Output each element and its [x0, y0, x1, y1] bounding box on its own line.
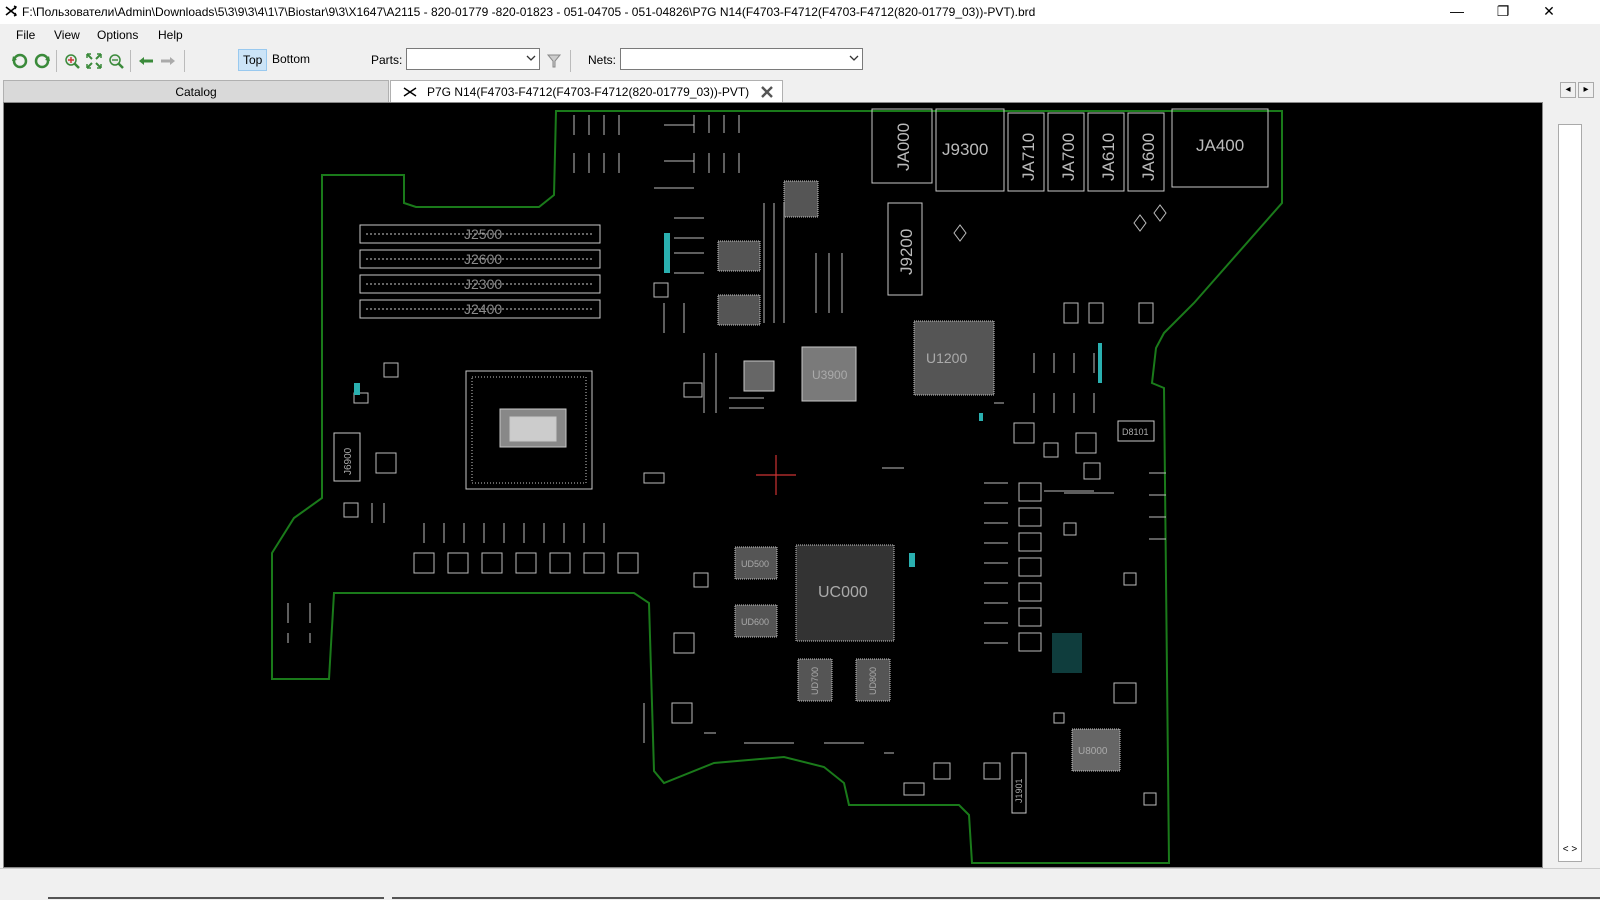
menu-help[interactable]: Help: [158, 28, 183, 42]
crossed-arrows-icon: [403, 87, 417, 97]
label-ja700: JA700: [1059, 133, 1078, 181]
label-j2600: J2600: [464, 251, 502, 267]
top-side-button[interactable]: Top: [238, 49, 268, 71]
zoom-fit-icon[interactable]: [85, 52, 103, 70]
label-uc000: UC000: [818, 584, 868, 601]
label-j2400: J2400: [464, 301, 502, 317]
label-ja600: JA600: [1139, 133, 1158, 181]
status-divider: [48, 897, 384, 899]
chip-small-3: [717, 294, 761, 326]
tab-board-label: P7G N14(F4703-F4712(F4703-F4712(820-0177…: [427, 85, 750, 99]
arrow-left-icon[interactable]: [137, 52, 155, 70]
menu-view[interactable]: View: [54, 28, 80, 42]
label-j2300: J2300: [464, 276, 502, 292]
menu-bar: File View Options Help: [0, 24, 1600, 46]
window-title: F:\Пользователи\Admin\Downloads\5\3\9\3\…: [22, 5, 1036, 19]
toolbar-separator: [184, 50, 185, 72]
rotate-right-icon[interactable]: [33, 52, 51, 70]
label-ja000: JA000: [894, 123, 913, 171]
toolbar-separator: [130, 50, 131, 72]
label-j6900: J6900: [343, 447, 354, 475]
chevron-down-icon: [526, 55, 536, 61]
chip-small-4: [783, 180, 819, 218]
toolbar-separator: [570, 50, 571, 72]
label-ja610: JA610: [1099, 133, 1118, 181]
label-u3900: U3900: [812, 368, 848, 382]
zoom-out-icon[interactable]: [107, 52, 125, 70]
magnifier-icon[interactable]: [545, 52, 563, 70]
board-outline: [271, 110, 1283, 864]
restore-button[interactable]: ❐: [1480, 0, 1526, 24]
label-j2500: J2500: [464, 226, 502, 242]
arrow-right-icon[interactable]: [159, 52, 177, 70]
tab-catalog[interactable]: Catalog: [3, 80, 389, 102]
label-ud500: UD500: [741, 559, 769, 569]
label-ud600: UD600: [741, 617, 769, 627]
title-bar: F:\Пользователи\Admin\Downloads\5\3\9\3\…: [0, 0, 1600, 24]
close-button[interactable]: ✕: [1526, 0, 1572, 24]
tab-scroll-right[interactable]: ▸: [1578, 82, 1594, 98]
label-u8000: U8000: [1078, 746, 1108, 757]
label-ud700: UD700: [810, 667, 820, 695]
label-ud800: UD800: [868, 667, 878, 695]
crossed-arrows-icon: [5, 5, 17, 17]
label-j9300: J9300: [942, 140, 988, 159]
chip-small-2: [717, 240, 761, 272]
menu-file[interactable]: File: [16, 28, 35, 42]
label-u1200: U1200: [926, 350, 967, 366]
label-d8101: D8101: [1122, 427, 1149, 437]
panel-toggle-button[interactable]: < >: [1558, 842, 1582, 860]
board-canvas[interactable]: JA000 J9300 JA710 JA700 JA610 JA600 JA40…: [3, 102, 1543, 868]
label-ja400: JA400: [1196, 136, 1244, 155]
nets-combobox[interactable]: [620, 48, 863, 70]
chevron-down-icon: [849, 55, 859, 61]
close-icon[interactable]: [760, 85, 774, 99]
tab-board[interactable]: P7G N14(F4703-F4712(F4703-F4712(820-0177…: [390, 80, 783, 102]
board-view[interactable]: JA000 J9300 JA710 JA700 JA610 JA600 JA40…: [4, 103, 1544, 869]
crosshair-cursor: [756, 455, 796, 495]
label-ja710: JA710: [1019, 133, 1038, 181]
label-j1901: J1901: [1014, 778, 1024, 803]
parts-combobox[interactable]: [406, 48, 540, 70]
menu-options[interactable]: Options: [97, 28, 138, 42]
minimize-button[interactable]: —: [1434, 0, 1480, 24]
parts-label: Parts:: [371, 53, 403, 67]
status-bar: [0, 868, 1600, 900]
right-panel[interactable]: [1558, 124, 1582, 862]
label-j9200: J9200: [897, 229, 916, 275]
rotate-left-icon[interactable]: [11, 52, 29, 70]
zoom-in-icon[interactable]: [63, 52, 81, 70]
toolbar-separator: [56, 50, 57, 72]
component-field: [287, 115, 1167, 806]
status-divider: [392, 897, 1600, 899]
tab-scroll-left[interactable]: ◂: [1560, 82, 1576, 98]
bottom-side-button[interactable]: Bottom: [268, 49, 314, 71]
cpu-socket: [465, 370, 593, 490]
nets-label: Nets:: [588, 53, 617, 67]
chip-small-1: [743, 360, 775, 392]
